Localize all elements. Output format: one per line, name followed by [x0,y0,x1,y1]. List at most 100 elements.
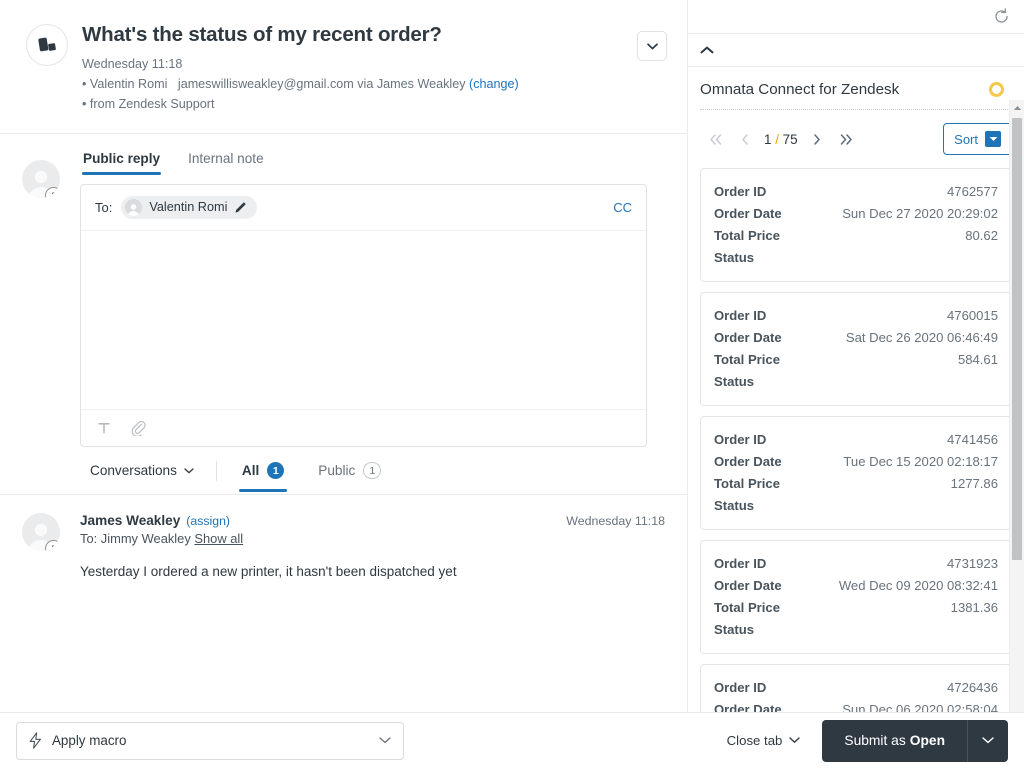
show-all-link[interactable]: Show all [194,531,243,546]
avatar [22,159,60,198]
tab-all-conversations[interactable]: All 1 [238,462,288,493]
chevron-right-icon [813,133,820,145]
order-field-label: Order ID [714,679,767,695]
zendesk-agent-workspace: What's the status of my recent order? We… [0,0,1024,768]
message-author: James Weakley [80,512,181,528]
submit-prefix: Submit as [844,733,906,748]
scrollbar-thumb[interactable] [1012,118,1022,560]
order-field-value: 80.62 [965,227,998,243]
chevron-up-icon [700,46,714,54]
ticket-timestamp: Wednesday 11:18 [82,56,183,71]
order-field-value: Tue Dec 15 2020 02:18:17 [843,453,998,469]
pagination-last-button[interactable] [832,127,862,151]
cc-button[interactable]: CC [613,200,632,215]
message-timestamp: Wednesday 11:18 [566,513,665,528]
order-field-label: Status [714,373,755,389]
sidebar-scrollbar[interactable] [1009,100,1024,712]
loading-ring-icon [989,82,1004,97]
change-requester-link[interactable]: (change) [469,77,519,91]
to-label: To: [95,199,113,215]
pagination-counter: 1 / 75 [764,132,798,147]
conversations-bar: Conversations All 1 Public 1 [0,447,687,494]
chevron-down-icon [789,737,801,744]
pagination-separator: / [775,131,779,147]
order-field-label: Order Date [714,205,782,221]
apply-macro-select[interactable]: Apply macro [16,721,404,760]
order-card-row: Order ID 4760015 [714,304,998,326]
order-field-value: Wed Dec 09 2020 08:32:41 [838,577,998,593]
order-field-value: Sun Dec 06 2020 02:58:04 [842,701,998,713]
order-card-row: Order ID 4726436 [714,676,998,698]
workspace-split: What's the status of my recent order? We… [0,0,1024,712]
sidebar-collapse-button[interactable] [688,34,1024,67]
conversation-message: Wednesday 11:18 James Weakley (assign) T… [0,495,687,582]
pagination-first-button[interactable] [700,127,730,151]
requester-email: jameswillisweakley@gmail.com [177,76,354,91]
via-text: via James Weakley [357,76,466,91]
order-card[interactable]: Order ID 4760015 Order Date Sat Dec 26 2020… [700,292,1012,406]
order-card-row: Status [714,370,998,392]
composer-avatar-column [22,148,66,447]
recipient-pill[interactable]: Valentin Romi [121,195,258,219]
order-field-value: Sun Dec 27 2020 20:29:02 [842,205,998,221]
tab-public-reply[interactable]: Public reply [82,148,162,175]
order-card-row: Total Price 1277.86 [714,472,998,494]
order-field-label: Total Price [714,351,780,367]
order-card[interactable]: Order ID 4741456 Order Date Tue Dec 15 2020… [700,416,1012,530]
ticket-requester-line: • Valentin Romi jameswillisweakley@gmail… [82,74,667,94]
order-field-label: Order Date [714,701,782,713]
order-card-row: Order ID 4731923 [714,552,998,574]
close-tab-button[interactable]: Close tab [717,725,811,756]
apply-macro-label: Apply macro [52,733,127,748]
chevron-down-icon [184,468,194,474]
app-title-row: Omnata Connect for Zendesk [688,67,1024,109]
scrollbar-up-arrow[interactable] [1010,100,1024,115]
bullet-glyph: • [82,76,87,91]
text-format-icon[interactable] [97,421,111,435]
caret-up-icon [1013,105,1021,110]
order-card-row: Status [714,246,998,268]
conversations-dropdown[interactable]: Conversations [90,463,194,491]
tab-public-conversations[interactable]: Public 1 [315,462,384,492]
order-card-row: Order Date Sat Dec 26 2020 06:46:49 [714,326,998,348]
pencil-icon[interactable] [234,201,247,214]
order-field-value: 584.61 [957,351,998,367]
message-content: Wednesday 11:18 James Weakley (assign) T… [80,513,665,582]
caret-down-icon [985,131,1001,147]
order-field-label: Total Price [714,475,780,491]
order-card-row: Total Price 80.62 [714,224,998,246]
order-field-value: 4741456 [947,431,998,447]
order-card-row: Order ID 4762577 [714,180,998,202]
order-card-list[interactable]: Order ID 4762577 Order Date Sun Dec 27 2020… [688,168,1024,712]
conversations-divider [215,460,217,481]
assign-link[interactable]: (assign) [186,514,230,528]
agent-badge-icon [45,539,60,551]
submit-options-button[interactable] [968,719,1008,762]
submit-state: Open [909,733,945,748]
tab-internal-note[interactable]: Internal note [187,148,265,175]
sort-button[interactable]: Sort [943,123,1012,155]
lightning-icon [29,732,41,749]
ticket-options-button[interactable] [637,31,667,61]
submit-button[interactable]: Submit as Open [822,719,967,762]
message-to-prefix: To: Jimmy Weakley [80,530,191,546]
double-chevron-left-icon [709,133,721,145]
app-sidebar: Omnata Connect for Zendesk 1 / 75 Sort O… [688,0,1024,712]
compose-box: To: Valentin Romi CC [80,183,647,447]
order-field-value: Sat Dec 26 2020 06:46:49 [845,329,998,345]
refresh-icon[interactable] [993,8,1010,25]
sort-label: Sort [954,131,978,147]
reply-editor[interactable] [81,230,646,409]
attachment-icon[interactable] [131,420,146,436]
order-card[interactable]: Order ID 4731923 Order Date Wed Dec 09 2020… [700,540,1012,654]
order-field-label: Status [714,621,755,637]
close-tab-label: Close tab [726,733,783,748]
pagination-prev-button[interactable] [730,127,760,151]
order-field-label: Status [714,249,755,265]
order-card[interactable]: Order ID 4762577 Order Date Sun Dec 27 2020… [700,168,1012,282]
pagination-next-button[interactable] [802,127,832,151]
message-recipients: To: Jimmy Weakley Show all [80,531,665,546]
order-card-row: Order Date Sun Dec 27 2020 20:29:02 [714,202,998,224]
editor-toolbar [81,408,646,446]
order-card[interactable]: Order ID 4726436 Order Date Sun Dec 06 2020… [700,664,1012,712]
